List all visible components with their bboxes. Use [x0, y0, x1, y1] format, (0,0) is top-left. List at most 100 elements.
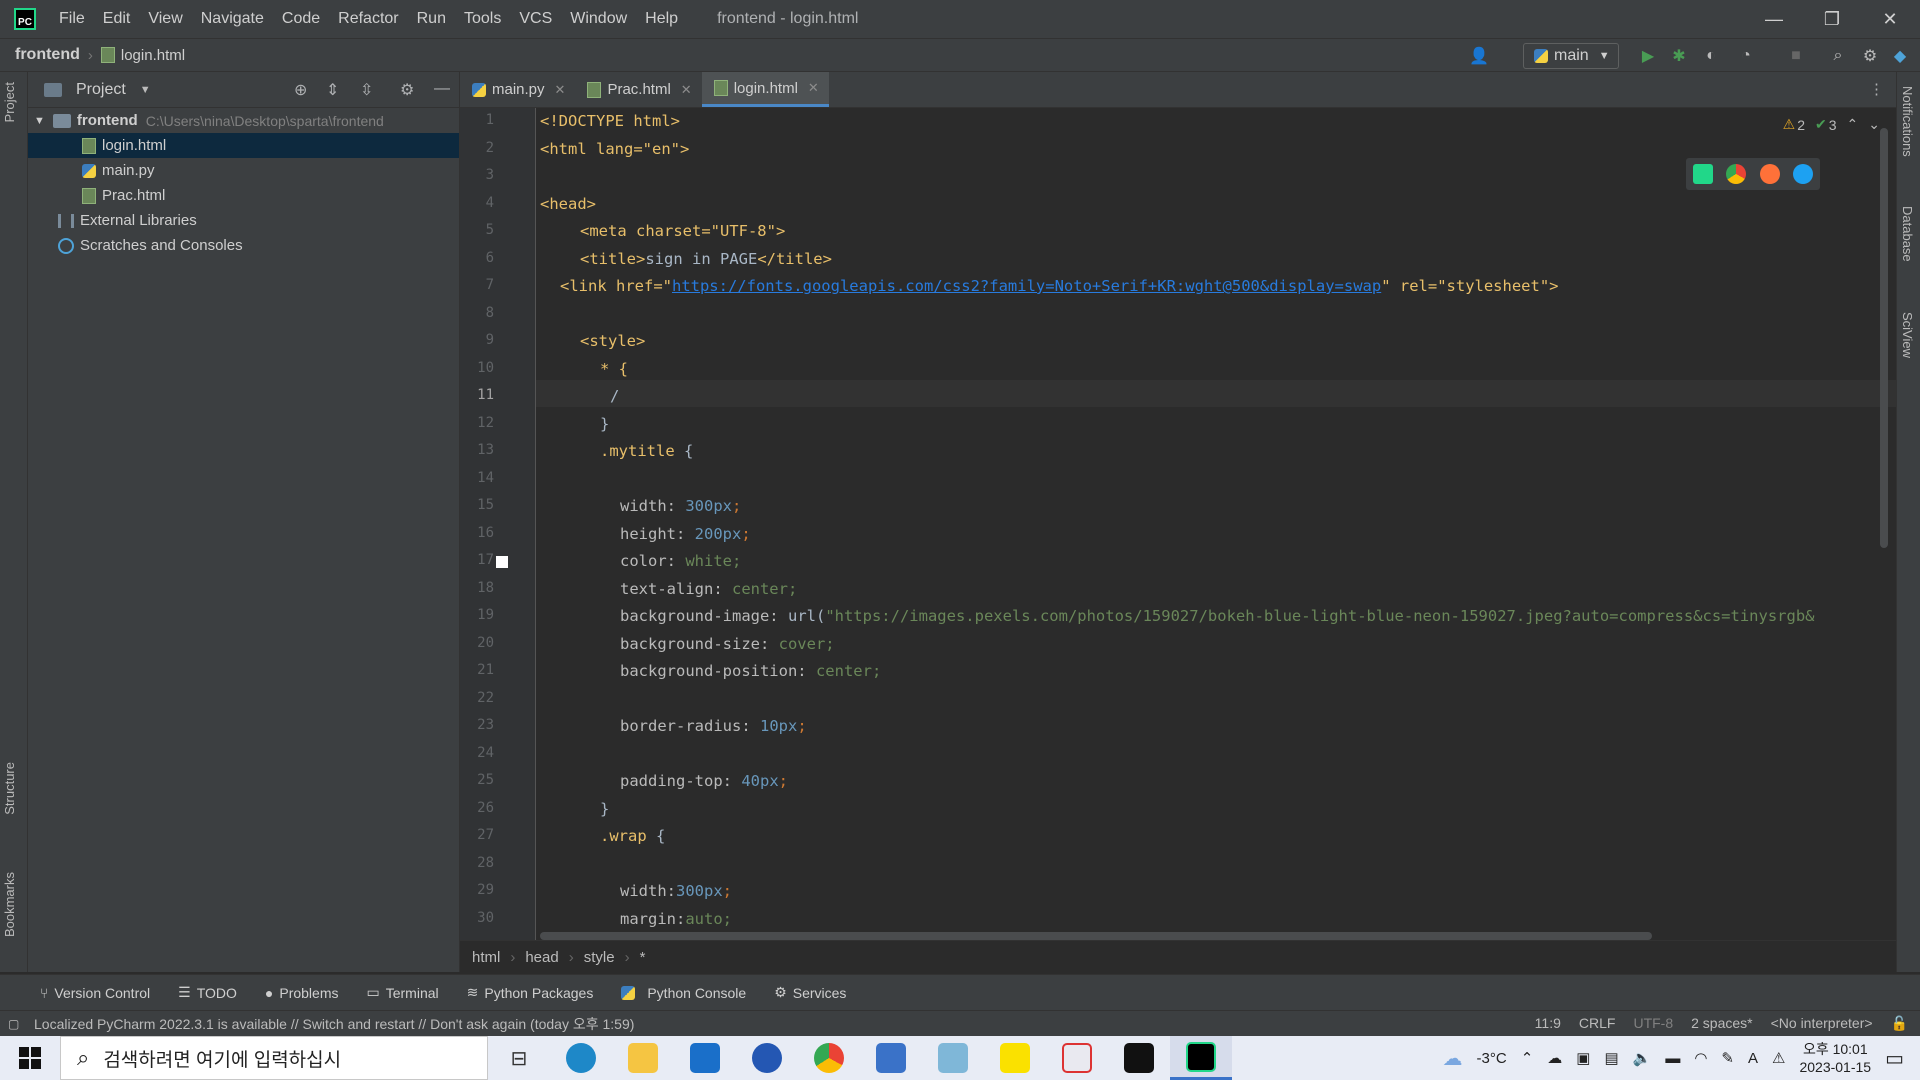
indent-setting[interactable]: 2 spaces* — [1691, 1015, 1752, 1032]
file-encoding[interactable]: UTF-8 — [1633, 1015, 1673, 1032]
netflix-icon[interactable] — [1108, 1036, 1170, 1080]
pycharm-browser-icon[interactable] — [1692, 164, 1713, 184]
menu-window[interactable]: Window — [561, 10, 636, 28]
breadcrumb-file[interactable]: login.html — [121, 47, 185, 64]
tree-item-main-py[interactable]: main.py — [28, 158, 459, 183]
menu-file[interactable]: File — [50, 10, 94, 28]
chrome-icon[interactable] — [1726, 164, 1747, 184]
lock-icon[interactable]: 🔓 — [1891, 1015, 1908, 1032]
python-console-button[interactable]: Python Console — [621, 985, 746, 1001]
code-line-13[interactable]: .mytitle { — [600, 442, 693, 460]
tree-scratches[interactable]: Scratches and Consoles — [28, 233, 459, 258]
calculator-icon[interactable] — [860, 1036, 922, 1080]
volume-icon[interactable]: 🔈 — [1633, 1049, 1652, 1067]
menu-code[interactable]: Code — [273, 10, 329, 28]
breadcrumb-project[interactable]: frontend — [15, 46, 80, 64]
alert-icon[interactable]: ⚠ — [1772, 1049, 1785, 1067]
code-line-4[interactable]: <head> — [540, 195, 596, 213]
code-line-20[interactable]: background-size: cover; — [620, 635, 835, 653]
structure-tool-tab[interactable]: Structure — [2, 762, 17, 815]
menu-view[interactable]: View — [139, 10, 191, 28]
device-icon[interactable]: ▣ — [1576, 1049, 1590, 1067]
vertical-scrollbar[interactable] — [1880, 128, 1888, 548]
clock[interactable]: 오후 10:01 2023-01-15 — [1799, 1040, 1871, 1076]
code-line-1[interactable]: <!DOCTYPE html> — [540, 112, 680, 130]
horizontal-scrollbar[interactable] — [540, 932, 1652, 940]
gear-icon[interactable]: ⚙ — [400, 80, 414, 100]
chrome-icon[interactable] — [798, 1036, 860, 1080]
code-line-27[interactable]: .wrap { — [600, 827, 665, 845]
bookmarks-tool-tab[interactable]: Bookmarks — [2, 872, 17, 937]
menu-vcs[interactable]: VCS — [510, 10, 561, 28]
breadcrumb-selector[interactable]: * — [640, 949, 646, 966]
pycharm-taskbar-icon[interactable] — [1170, 1036, 1232, 1080]
notes-app-icon[interactable] — [922, 1036, 984, 1080]
settings-icon[interactable]: ⚙ — [1859, 45, 1881, 67]
menu-refactor[interactable]: Refactor — [329, 10, 407, 28]
onedrive-icon[interactable]: ☁ — [1547, 1049, 1562, 1067]
status-message[interactable]: Localized PyCharm 2022.3.1 is available … — [34, 1014, 634, 1034]
arrow-down-icon[interactable]: ⌄ — [1868, 116, 1880, 133]
profile-icon[interactable]: ◔ — [1735, 45, 1757, 67]
restore-icon[interactable]: ❐ — [1804, 0, 1860, 38]
weather-cloud-icon[interactable]: ☁ — [1443, 1046, 1463, 1071]
pen-icon[interactable]: ✎ — [1721, 1049, 1734, 1067]
close-tab-icon[interactable]: ✕ — [808, 80, 819, 96]
code-line-30[interactable]: margin:auto; — [620, 910, 732, 928]
code-line-18[interactable]: text-align: center; — [620, 580, 797, 598]
firefox-icon[interactable] — [1759, 164, 1780, 184]
breadcrumb-html[interactable]: html — [472, 949, 500, 966]
breadcrumb-head[interactable]: head — [525, 949, 558, 966]
problems-button[interactable]: ● Problems — [265, 985, 339, 1001]
mail-icon[interactable] — [674, 1036, 736, 1080]
app-c-icon[interactable] — [736, 1036, 798, 1080]
file-explorer-icon[interactable] — [612, 1036, 674, 1080]
expand-all-icon[interactable]: ⇕ — [326, 80, 339, 100]
version-control-button[interactable]: ⑂ Version Control — [40, 985, 150, 1001]
project-tool-tab[interactable]: Project — [2, 82, 17, 122]
code-line-26[interactable]: } — [600, 800, 609, 818]
taskbar-search-input[interactable]: ⌕ 검색하려면 여기에 입력하십시 — [60, 1036, 488, 1080]
windows-start-icon[interactable] — [0, 1036, 60, 1080]
code-line-9[interactable]: <style> — [580, 332, 645, 350]
pycharm-logo-icon[interactable]: PC — [14, 8, 36, 30]
tree-external-libraries[interactable]: External Libraries — [28, 208, 459, 233]
interpreter-selector[interactable]: <No interpreter> — [1771, 1015, 1873, 1032]
inspection-widget[interactable]: ⚠ 2 ✔ 3 ⌃ ⌄ — [1783, 116, 1880, 133]
breadcrumb-style[interactable]: style — [584, 949, 615, 966]
sciview-tool-tab[interactable]: SciView — [1900, 312, 1915, 358]
jetbrains-icon[interactable]: ◆ — [1889, 45, 1911, 67]
stop-icon[interactable]: ■ — [1785, 45, 1807, 67]
weather-temperature[interactable]: -3°C — [1477, 1050, 1507, 1067]
menu-tools[interactable]: Tools — [455, 10, 510, 28]
coverage-icon[interactable]: ◐ — [1700, 45, 1722, 67]
code-line-15[interactable]: width: 300px; — [620, 497, 741, 515]
display-icon[interactable]: ▤ — [1604, 1049, 1618, 1067]
hide-icon[interactable]: — — [434, 80, 450, 98]
menu-help[interactable]: Help — [636, 10, 687, 28]
color-swatch-icon[interactable] — [496, 556, 508, 568]
panel-toggle-icon[interactable]: ▢ — [8, 1017, 19, 1031]
code-line-16[interactable]: height: 200px; — [620, 525, 751, 543]
database-tool-tab[interactable]: Database — [1900, 206, 1915, 262]
close-icon[interactable]: ✕ — [1862, 0, 1918, 38]
collapse-all-icon[interactable]: ⇳ — [360, 80, 373, 100]
chevron-up-icon[interactable]: ⌃ — [1521, 1049, 1534, 1067]
close-tab-icon[interactable]: ✕ — [681, 82, 692, 98]
code-line-19[interactable]: background-image: url("https://images.pe… — [620, 607, 1814, 625]
project-panel-title[interactable]: Project — [76, 81, 126, 99]
terminal-button[interactable]: ▭ Terminal — [367, 984, 439, 1001]
code-line-29[interactable]: width:300px; — [620, 882, 732, 900]
notification-center-icon[interactable]: ▭ — [1885, 1046, 1904, 1071]
ime-icon[interactable]: A — [1748, 1050, 1758, 1067]
notifications-tool-tab[interactable]: Notifications — [1900, 86, 1915, 157]
line-separator[interactable]: CRLF — [1579, 1015, 1616, 1032]
tree-item-prac-html[interactable]: Prac.html — [28, 183, 459, 208]
code-line-10[interactable]: * { — [600, 360, 628, 378]
edge-browser-icon[interactable] — [550, 1036, 612, 1080]
search-icon[interactable]: ⌕ — [1827, 45, 1849, 67]
code-line-2[interactable]: <html lang="en"> — [540, 140, 689, 158]
code-line-12[interactable]: } — [600, 415, 609, 433]
run-icon[interactable]: ▶ — [1637, 45, 1659, 67]
tree-root-frontend[interactable]: ▼ frontend C:\Users\nina\Desktop\sparta\… — [28, 108, 459, 133]
